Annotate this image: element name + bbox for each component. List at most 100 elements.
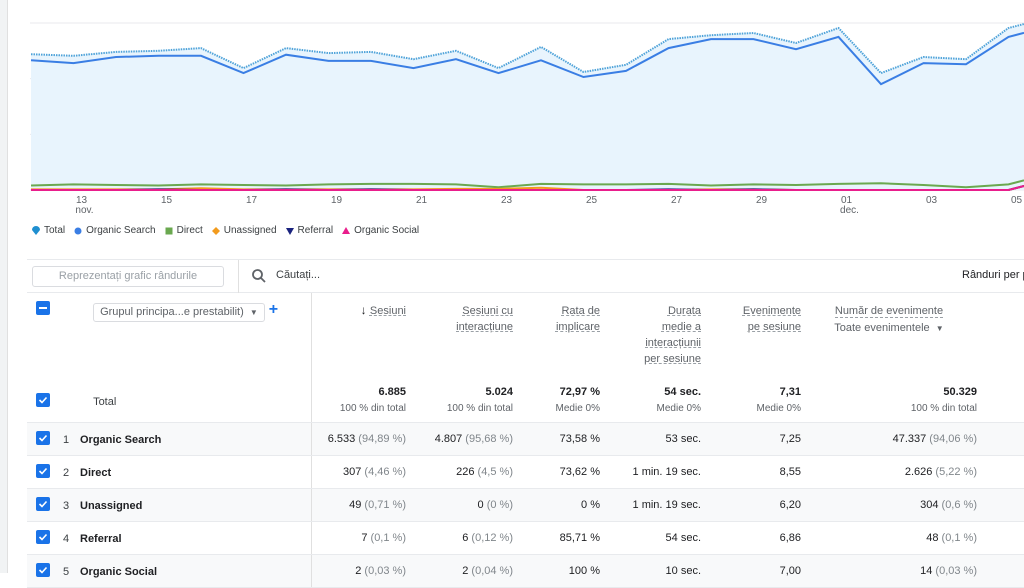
legend-item[interactable]: Unassigned — [211, 225, 277, 236]
row-dimension[interactable]: Organic Social — [80, 566, 157, 578]
total-label-cell: Total — [27, 380, 312, 423]
metric-cell: 307 (4,46 %) — [311, 455, 406, 489]
divider — [238, 260, 239, 293]
table-row[interactable]: 2 Direct 307 (4,46 %) 226 (4,5 %) 73,62 % 1 m… — [27, 455, 1024, 489]
metric-value: 73,58 % — [559, 432, 600, 445]
row-index: 5 — [62, 566, 70, 578]
dimension-select[interactable]: Grupul principa...e prestabilit) ▼ — [93, 303, 265, 322]
search-icon[interactable] — [251, 268, 267, 284]
total-label: Total — [93, 396, 117, 409]
metric-cell: 8,55 — [701, 455, 801, 489]
dimension-header: Grupul principa...e prestabilit) ▼ + — [27, 293, 312, 380]
event-select[interactable]: Toate evenimentele ▼ — [801, 322, 977, 334]
row-index: 1 — [62, 434, 70, 446]
legend-square-icon — [165, 227, 173, 234]
metric-value: 48 — [926, 531, 939, 544]
column-header[interactable]: Rata de implicare — [513, 293, 600, 380]
x-tick-label: 19 — [331, 195, 343, 206]
metric-share: (0,03 %) — [935, 564, 977, 577]
spacer — [977, 554, 1024, 588]
row-checkbox[interactable] — [36, 563, 50, 577]
metric-share: (0,12 %) — [471, 531, 513, 544]
legend-item[interactable]: Organic Social — [341, 225, 419, 236]
add-dimension-button[interactable]: + — [269, 301, 278, 318]
total-value: 5.024 — [485, 386, 513, 398]
total-value: 6.885 — [378, 386, 406, 398]
spacer — [977, 488, 1024, 522]
row-dimension[interactable]: Direct — [80, 467, 111, 479]
column-header[interactable]: ↓ Sesiuni — [311, 293, 406, 380]
x-tick-label: 25 — [586, 195, 598, 206]
metric-share: (4,46 %) — [364, 465, 406, 478]
metric-share: (4,5 %) — [477, 465, 513, 478]
column-header[interactable]: Durata medie a interacțiunii per sesiune — [600, 293, 701, 380]
rows-per-page-label: Rânduri per p — [962, 269, 1024, 281]
sort-desc-icon[interactable]: ↓ — [361, 303, 370, 317]
metric-value: 4.807 — [434, 432, 463, 445]
column-header[interactable]: Sesiuni cu interacțiune — [406, 293, 513, 380]
total-sub: 100 % din total — [446, 403, 513, 414]
legend-triangle-down-icon — [285, 227, 294, 235]
row-label-cell: 1 Organic Search — [27, 422, 312, 456]
x-tick-label: 15 — [161, 195, 173, 206]
x-tick-label: 03 — [926, 195, 938, 206]
column-header[interactable]: Evenimente pe sesiune — [701, 293, 801, 380]
column-header-label: Evenimente pe sesiune — [742, 305, 801, 333]
spacer — [977, 380, 1024, 423]
metric-value: 53 sec. — [665, 432, 701, 445]
table-row[interactable]: 3 Unassigned 49 (0,71 %) 0 (0 %) 0 % 1 min. 1… — [27, 488, 1024, 522]
table-row[interactable]: 4 Referral 7 (0,1 %) 6 (0,12 %) 85,71 % 54 se… — [27, 521, 1024, 555]
row-checkbox[interactable] — [36, 464, 50, 478]
table-row[interactable]: 5 Organic Social 2 (0,03 %) 2 (0,04 %) 100 %… — [27, 554, 1024, 588]
metric-cell: 85,71 % — [513, 521, 600, 555]
legend-item[interactable]: Referral — [285, 225, 333, 236]
total-checkbox[interactable] — [36, 393, 50, 408]
legend-item[interactable]: Organic Search — [73, 225, 156, 236]
metric-value: 2.626 — [904, 465, 933, 478]
x-tick-label: 27 — [671, 195, 683, 206]
row-checkbox[interactable] — [36, 497, 50, 511]
metric-cell: 1 min. 19 sec. — [600, 488, 701, 522]
row-dimension[interactable]: Organic Search — [80, 434, 161, 446]
row-dimension[interactable]: Referral — [80, 533, 122, 545]
metric-share: (0,1 %) — [370, 531, 406, 544]
row-dimension[interactable]: Unassigned — [80, 500, 142, 512]
legend-item[interactable]: Direct — [164, 225, 203, 236]
row-label-cell: 5 Organic Social — [27, 554, 312, 588]
chart-legend: Total Organic Search Direct Unassigned Refer… — [31, 225, 419, 236]
metric-value: 100 % — [568, 564, 600, 577]
total-sub: Medie 0% — [555, 403, 600, 414]
row-label-cell: 2 Direct — [27, 455, 312, 489]
plot-rows-button[interactable]: Reprezentați grafic rândurile — [32, 266, 224, 287]
x-tick-label: 05 — [1011, 195, 1023, 206]
spacer — [977, 293, 1024, 380]
metric-cell: 2 (0,03 %) — [311, 554, 406, 588]
metric-cell: 4.807 (95,68 %) — [406, 422, 513, 456]
total-sub: Medie 0% — [656, 403, 701, 414]
row-checkbox[interactable] — [36, 530, 50, 544]
legend-triangle-up-icon — [342, 226, 351, 234]
metric-cell: 2 (0,04 %) — [406, 554, 513, 588]
metric-value: 73,62 % — [559, 465, 600, 478]
metric-share: (5,22 %) — [935, 465, 977, 478]
column-header[interactable]: Număr de evenimente Toate evenimentele ▼ — [801, 293, 977, 380]
row-index: 2 — [62, 467, 70, 479]
metric-value: 2 — [462, 564, 469, 577]
metric-value: 10 sec. — [665, 564, 701, 577]
table-row[interactable]: 1 Organic Search 6.533 (94,89 %) 4.807 (95,… — [27, 422, 1024, 456]
row-label-cell: 3 Unassigned — [27, 488, 312, 522]
column-header-label: Număr de evenimente — [834, 305, 944, 318]
metric-share: (0,03 %) — [364, 564, 406, 577]
metric-cell: 48 (0,1 %) — [801, 521, 977, 555]
row-checkbox[interactable] — [36, 431, 50, 445]
legend-label: Unassigned — [223, 225, 277, 236]
metric-cell: 47.337 (94,06 %) — [801, 422, 977, 456]
x-tick-label: 21 — [416, 195, 428, 206]
metric-cell: 7,25 — [701, 422, 801, 456]
metric-value: 1 min. 19 sec. — [632, 498, 701, 511]
legend-item[interactable]: Total — [31, 225, 65, 236]
select-all-checkbox[interactable] — [36, 301, 50, 315]
metric-share: (94,89 %) — [358, 432, 406, 445]
search-input[interactable]: Căutați... — [276, 269, 320, 281]
metric-share: (0,71 %) — [364, 498, 406, 511]
